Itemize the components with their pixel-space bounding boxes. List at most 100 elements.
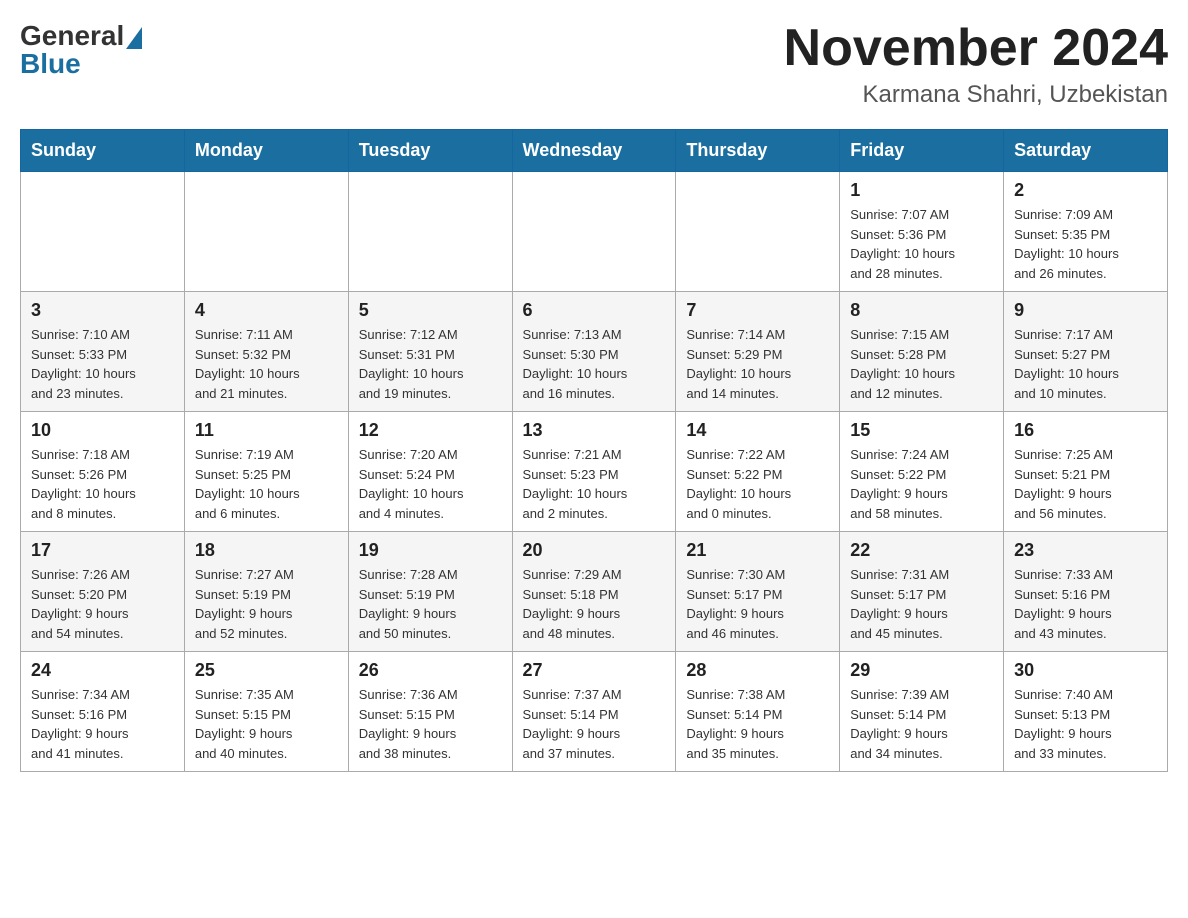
day-info: Sunrise: 7:26 AMSunset: 5:20 PMDaylight:… — [31, 565, 174, 643]
day-info: Sunrise: 7:39 AMSunset: 5:14 PMDaylight:… — [850, 685, 993, 763]
day-number: 13 — [523, 420, 666, 441]
day-number: 30 — [1014, 660, 1157, 681]
calendar-week-row: 24 Sunrise: 7:34 AMSunset: 5:16 PMDayligh… — [21, 652, 1168, 772]
day-info: Sunrise: 7:11 AMSunset: 5:32 PMDaylight:… — [195, 325, 338, 403]
calendar-cell: 7 Sunrise: 7:14 AMSunset: 5:29 PMDaylight… — [676, 292, 840, 412]
day-number: 21 — [686, 540, 829, 561]
calendar-cell: 9 Sunrise: 7:17 AMSunset: 5:27 PMDaylight… — [1004, 292, 1168, 412]
day-number: 25 — [195, 660, 338, 681]
day-number: 24 — [31, 660, 174, 681]
calendar-cell: 24 Sunrise: 7:34 AMSunset: 5:16 PMDayligh… — [21, 652, 185, 772]
day-number: 26 — [359, 660, 502, 681]
day-info: Sunrise: 7:28 AMSunset: 5:19 PMDaylight:… — [359, 565, 502, 643]
calendar-cell: 16 Sunrise: 7:25 AMSunset: 5:21 PMDayligh… — [1004, 412, 1168, 532]
day-number: 2 — [1014, 180, 1157, 201]
calendar-cell — [676, 172, 840, 292]
calendar-cell: 1 Sunrise: 7:07 AMSunset: 5:36 PMDaylight… — [840, 172, 1004, 292]
day-info: Sunrise: 7:40 AMSunset: 5:13 PMDaylight:… — [1014, 685, 1157, 763]
weekday-header-friday: Friday — [840, 130, 1004, 172]
weekday-header-tuesday: Tuesday — [348, 130, 512, 172]
weekday-header-monday: Monday — [184, 130, 348, 172]
day-number: 22 — [850, 540, 993, 561]
day-number: 1 — [850, 180, 993, 201]
calendar-header-row: SundayMondayTuesdayWednesdayThursdayFrid… — [21, 130, 1168, 172]
day-info: Sunrise: 7:36 AMSunset: 5:15 PMDaylight:… — [359, 685, 502, 763]
title-area: November 2024 Karmana Shahri, Uzbekistan — [784, 20, 1168, 109]
calendar-cell: 28 Sunrise: 7:38 AMSunset: 5:14 PMDayligh… — [676, 652, 840, 772]
calendar-cell: 22 Sunrise: 7:31 AMSunset: 5:17 PMDayligh… — [840, 532, 1004, 652]
day-info: Sunrise: 7:33 AMSunset: 5:16 PMDaylight:… — [1014, 565, 1157, 643]
day-number: 8 — [850, 300, 993, 321]
location-subtitle: Karmana Shahri, Uzbekistan — [784, 81, 1168, 109]
day-number: 27 — [523, 660, 666, 681]
calendar-cell: 17 Sunrise: 7:26 AMSunset: 5:20 PMDayligh… — [21, 532, 185, 652]
calendar-cell: 2 Sunrise: 7:09 AMSunset: 5:35 PMDaylight… — [1004, 172, 1168, 292]
day-number: 18 — [195, 540, 338, 561]
weekday-header-sunday: Sunday — [21, 130, 185, 172]
day-info: Sunrise: 7:31 AMSunset: 5:17 PMDaylight:… — [850, 565, 993, 643]
day-info: Sunrise: 7:09 AMSunset: 5:35 PMDaylight:… — [1014, 205, 1157, 283]
calendar-cell: 3Sunrise: 7:10 AMSunset: 5:33 PMDaylight… — [21, 292, 185, 412]
calendar-cell — [512, 172, 676, 292]
day-number: 29 — [850, 660, 993, 681]
day-info: Sunrise: 7:19 AMSunset: 5:25 PMDaylight:… — [195, 445, 338, 523]
calendar-cell: 26 Sunrise: 7:36 AMSunset: 5:15 PMDayligh… — [348, 652, 512, 772]
day-number: 5 — [359, 300, 502, 321]
day-info: Sunrise: 7:25 AMSunset: 5:21 PMDaylight:… — [1014, 445, 1157, 523]
day-number: 28 — [686, 660, 829, 681]
calendar-cell: 30 Sunrise: 7:40 AMSunset: 5:13 PMDayligh… — [1004, 652, 1168, 772]
calendar-cell: 8 Sunrise: 7:15 AMSunset: 5:28 PMDaylight… — [840, 292, 1004, 412]
weekday-header-wednesday: Wednesday — [512, 130, 676, 172]
day-number: 23 — [1014, 540, 1157, 561]
calendar-cell: 21 Sunrise: 7:30 AMSunset: 5:17 PMDayligh… — [676, 532, 840, 652]
day-number: 7 — [686, 300, 829, 321]
month-title: November 2024 — [784, 20, 1168, 77]
day-number: 10 — [31, 420, 174, 441]
calendar-cell — [21, 172, 185, 292]
day-number: 16 — [1014, 420, 1157, 441]
calendar-week-row: 10 Sunrise: 7:18 AMSunset: 5:26 PMDayligh… — [21, 412, 1168, 532]
day-info: Sunrise: 7:15 AMSunset: 5:28 PMDaylight:… — [850, 325, 993, 403]
day-info: Sunrise: 7:21 AMSunset: 5:23 PMDaylight:… — [523, 445, 666, 523]
day-info: Sunrise: 7:14 AMSunset: 5:29 PMDaylight:… — [686, 325, 829, 403]
day-info: Sunrise: 7:13 AMSunset: 5:30 PMDaylight:… — [523, 325, 666, 403]
day-info: Sunrise: 7:27 AMSunset: 5:19 PMDaylight:… — [195, 565, 338, 643]
calendar-cell: 29 Sunrise: 7:39 AMSunset: 5:14 PMDayligh… — [840, 652, 1004, 772]
calendar-cell: 20 Sunrise: 7:29 AMSunset: 5:18 PMDayligh… — [512, 532, 676, 652]
calendar-cell: 6 Sunrise: 7:13 AMSunset: 5:30 PMDaylight… — [512, 292, 676, 412]
day-number: 12 — [359, 420, 502, 441]
calendar-cell: 13 Sunrise: 7:21 AMSunset: 5:23 PMDayligh… — [512, 412, 676, 532]
weekday-header-saturday: Saturday — [1004, 130, 1168, 172]
logo-blue-text: Blue — [20, 48, 81, 80]
day-number: 20 — [523, 540, 666, 561]
day-number: 6 — [523, 300, 666, 321]
day-info: Sunrise: 7:38 AMSunset: 5:14 PMDaylight:… — [686, 685, 829, 763]
calendar-cell: 19 Sunrise: 7:28 AMSunset: 5:19 PMDayligh… — [348, 532, 512, 652]
logo-triangle-icon — [126, 27, 142, 49]
day-info: Sunrise: 7:35 AMSunset: 5:15 PMDaylight:… — [195, 685, 338, 763]
calendar-table: SundayMondayTuesdayWednesdayThursdayFrid… — [20, 129, 1168, 772]
day-info: Sunrise: 7:22 AMSunset: 5:22 PMDaylight:… — [686, 445, 829, 523]
day-info: Sunrise: 7:20 AMSunset: 5:24 PMDaylight:… — [359, 445, 502, 523]
calendar-cell — [184, 172, 348, 292]
calendar-cell: 25 Sunrise: 7:35 AMSunset: 5:15 PMDayligh… — [184, 652, 348, 772]
calendar-cell — [348, 172, 512, 292]
calendar-cell: 12 Sunrise: 7:20 AMSunset: 5:24 PMDayligh… — [348, 412, 512, 532]
day-number: 9 — [1014, 300, 1157, 321]
day-number: 19 — [359, 540, 502, 561]
day-info: Sunrise: 7:10 AMSunset: 5:33 PMDaylight:… — [31, 325, 174, 403]
day-info: Sunrise: 7:29 AMSunset: 5:18 PMDaylight:… — [523, 565, 666, 643]
day-number: 15 — [850, 420, 993, 441]
day-info: Sunrise: 7:17 AMSunset: 5:27 PMDaylight:… — [1014, 325, 1157, 403]
calendar-cell: 5 Sunrise: 7:12 AMSunset: 5:31 PMDaylight… — [348, 292, 512, 412]
day-info: Sunrise: 7:07 AMSunset: 5:36 PMDaylight:… — [850, 205, 993, 283]
day-number: 4 — [195, 300, 338, 321]
day-info: Sunrise: 7:18 AMSunset: 5:26 PMDaylight:… — [31, 445, 174, 523]
calendar-cell: 10 Sunrise: 7:18 AMSunset: 5:26 PMDayligh… — [21, 412, 185, 532]
weekday-header-thursday: Thursday — [676, 130, 840, 172]
day-info: Sunrise: 7:30 AMSunset: 5:17 PMDaylight:… — [686, 565, 829, 643]
day-number: 17 — [31, 540, 174, 561]
day-info: Sunrise: 7:34 AMSunset: 5:16 PMDaylight:… — [31, 685, 174, 763]
page-header: General Blue November 2024 Karmana Shahr… — [20, 20, 1168, 109]
day-info: Sunrise: 7:12 AMSunset: 5:31 PMDaylight:… — [359, 325, 502, 403]
